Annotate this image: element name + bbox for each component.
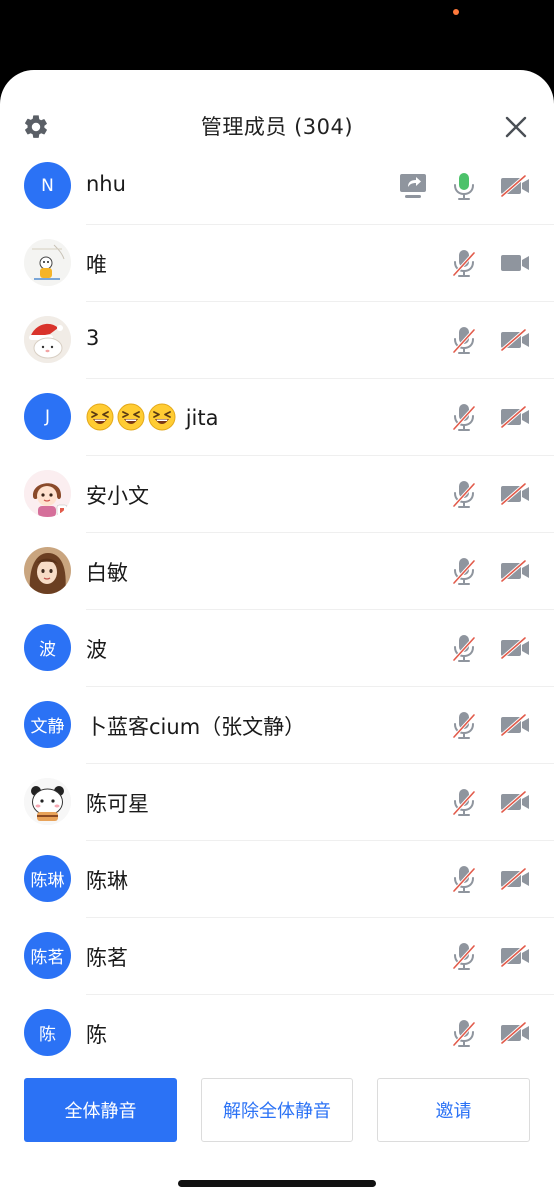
microphone-muted-icon[interactable] [448,555,480,587]
avatar-initial: N [41,175,54,196]
camera-off-icon[interactable] [499,478,531,510]
microphone-muted-icon[interactable] [448,786,480,818]
avatar: 陈茗 [24,932,71,979]
grinning-squinting-face-icon [148,403,176,431]
member-list[interactable]: N nhu 唯 3 J jita 安小文 白敏 波 波 文静 卜蓝客cium（张… [0,148,554,1072]
mute-all-button[interactable]: 全体静音 [24,1078,177,1142]
microphone-muted-icon[interactable] [448,247,480,279]
member-name: 陈可星 [86,792,149,816]
member-row[interactable]: 3 [0,302,554,379]
microphone-muted-icon[interactable] [448,324,480,356]
home-indicator[interactable] [178,1180,376,1187]
member-name: 唯 [86,253,107,277]
member-name: 陈 [86,1023,107,1047]
camera-off-icon[interactable] [499,786,531,818]
camera-off-icon[interactable] [499,709,531,741]
avatar-initial: 陈茗 [30,948,65,968]
microphone-active-icon[interactable] [448,170,480,202]
santa-hat-cat-avatar-image [24,316,71,363]
member-name: 安小文 [86,484,149,508]
member-row[interactable]: 文静 卜蓝客cium（张文静） [0,687,554,764]
camera-off-icon[interactable] [499,170,531,202]
member-row[interactable]: 波 波 [0,610,554,687]
camera-off-icon[interactable] [499,1017,531,1049]
microphone-muted-icon[interactable] [448,401,480,433]
avatar: 陈 [24,1009,71,1056]
screen-share-icon[interactable] [397,170,429,202]
member-row[interactable]: 安小文 [0,456,554,533]
member-row[interactable]: 唯 [0,225,554,302]
microphone-muted-icon[interactable] [448,863,480,895]
action-bar: 全体静音 解除全体静音 邀请 [0,1077,554,1143]
avatar [24,547,71,594]
camera-off-icon[interactable] [499,863,531,895]
avatar: 陈琳 [24,855,71,902]
avatar-initial: 陈琳 [30,871,65,891]
microphone-muted-icon[interactable] [448,940,480,972]
microphone-muted-icon[interactable] [448,709,480,741]
camera-on-icon[interactable] [499,247,531,279]
avatar [24,239,71,286]
avatar: J [24,393,71,440]
avatar [24,470,71,517]
member-row[interactable]: 白敏 [0,533,554,610]
member-name-text: jita [185,406,219,430]
member-name: nhu [86,172,126,196]
camera-off-icon[interactable] [499,401,531,433]
avatar-initial: J [44,406,50,427]
member-name: 陈琳 [86,869,128,893]
invite-button[interactable]: 邀请 [377,1078,530,1142]
camera-off-icon[interactable] [499,940,531,972]
panda-bear-avatar-image [24,778,71,825]
cartoon-girl-avatar-image [24,470,71,517]
camera-off-icon[interactable] [499,555,531,587]
member-row[interactable]: 陈茗 陈茗 [0,918,554,995]
member-row[interactable]: 陈可星 [0,764,554,841]
member-name: jita [86,403,218,431]
manage-members-sheet: 管理成员 (304) N nhu 唯 3 J jita 安小文 白敏 波 波 文… [0,70,554,1200]
avatar: N [24,162,71,209]
member-name: 3 [86,326,100,350]
illustrated-woman-avatar-image [24,547,71,594]
unmute-all-button[interactable]: 解除全体静音 [201,1078,353,1142]
camera-indicator-dot [453,9,459,15]
microphone-muted-icon[interactable] [448,1017,480,1049]
cartoon-cat-avatar-image [24,239,71,286]
camera-off-icon[interactable] [499,324,531,356]
member-row[interactable]: J jita [0,379,554,456]
member-name: 陈茗 [86,946,128,970]
avatar: 文静 [24,701,71,748]
close-icon[interactable] [503,114,529,140]
member-row[interactable]: N nhu [0,148,554,225]
avatar [24,316,71,363]
avatar: 波 [24,624,71,671]
avatar-initial: 陈 [39,1025,56,1045]
microphone-muted-icon[interactable] [448,478,480,510]
microphone-muted-icon[interactable] [448,632,480,664]
member-row[interactable]: 陈 陈 [0,995,554,1072]
member-name: 白敏 [86,561,128,585]
member-name: 波 [86,638,107,662]
avatar-initial: 波 [39,640,56,660]
avatar-initial: 文静 [30,717,65,737]
grinning-squinting-face-icon [117,403,145,431]
page-title: 管理成员 (304) [200,115,354,139]
member-row[interactable]: 陈琳 陈琳 [0,841,554,918]
member-name: 卜蓝客cium（张文静） [86,715,306,739]
camera-off-icon[interactable] [499,632,531,664]
avatar [24,778,71,825]
grinning-squinting-face-icon [86,403,114,431]
